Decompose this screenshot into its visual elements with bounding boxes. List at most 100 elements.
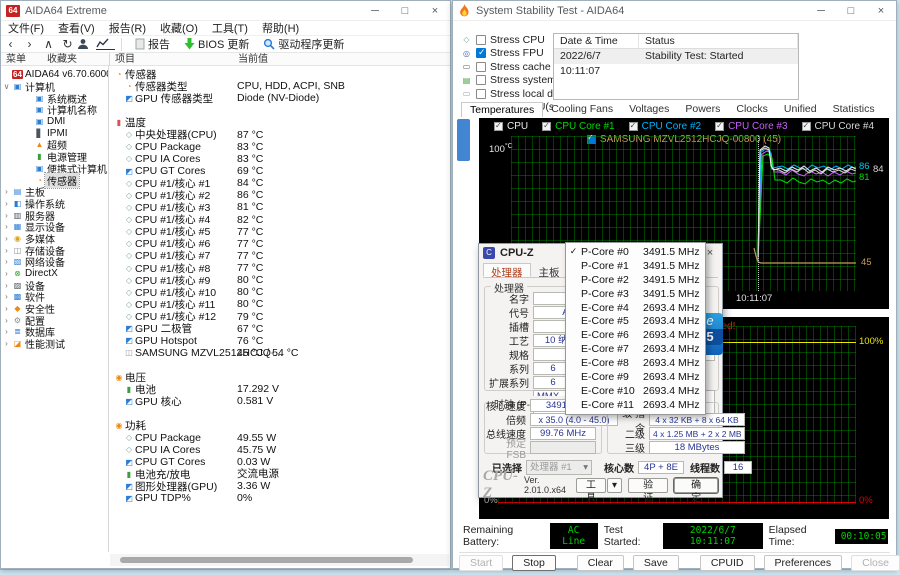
- sensor-row[interactable]: ◩ GPU 核心 0.581 V: [110, 395, 449, 407]
- graph-tab[interactable]: Statistics: [825, 102, 883, 117]
- sensor-row[interactable]: [110, 408, 449, 420]
- graph-tab[interactable]: Powers: [677, 102, 728, 117]
- graph-tab[interactable]: Temperatures: [461, 102, 543, 117]
- sensor-row[interactable]: ◉ 电压: [110, 371, 449, 383]
- core-menu-item[interactable]: E-Core #8 2693.4 MHz: [566, 356, 705, 370]
- bios-update-button[interactable]: BIOS 更新: [177, 36, 256, 53]
- sensor-row[interactable]: ◉ 功耗: [110, 420, 449, 432]
- menu-item[interactable]: 查看(V): [51, 20, 102, 36]
- menu-item[interactable]: 报告(R): [102, 20, 153, 36]
- driver-update-button[interactable]: 驱动程序更新: [256, 36, 351, 53]
- tree-expander-icon[interactable]: ›: [1, 292, 12, 301]
- core-menu-item[interactable]: E-Core #6 2693.4 MHz: [566, 328, 705, 342]
- graph-tab[interactable]: Cooling Fans: [543, 102, 621, 117]
- menu-item[interactable]: 工具(T): [205, 20, 255, 36]
- tree-expander-icon[interactable]: ›: [1, 257, 12, 266]
- scrollbar-thumb[interactable]: [120, 557, 413, 563]
- horizontal-scrollbar[interactable]: [110, 554, 449, 566]
- sensor-row[interactable]: ◇ 中央处理器(CPU) 87 °C: [110, 129, 449, 141]
- core-menu-item[interactable]: E-Core #11 2693.4 MHz: [566, 398, 705, 412]
- menu-item[interactable]: 帮助(H): [255, 20, 306, 36]
- legend-checkbox[interactable]: [715, 122, 724, 131]
- close-button[interactable]: Close: [851, 555, 900, 571]
- up-icon[interactable]: ∧: [39, 37, 58, 51]
- tools-button[interactable]: 工具: [576, 478, 606, 493]
- minimize-icon[interactable]: ─: [806, 1, 836, 21]
- menu-item[interactable]: 收藏(O): [153, 20, 205, 36]
- sensor-row[interactable]: ◇ CPU Package 83 °C: [110, 141, 449, 153]
- tree-expander-icon[interactable]: ›: [1, 269, 12, 278]
- sensor-row[interactable]: ◫ SAMSUNG MZVL2512HCJQ-... 45 °C / 54 °C: [110, 347, 449, 359]
- tree-expander-icon[interactable]: ›: [1, 327, 12, 336]
- vertical-scrollbar-thumb[interactable]: [457, 119, 470, 161]
- minimize-icon[interactable]: ─: [360, 1, 390, 21]
- refresh-icon[interactable]: ↻: [58, 37, 77, 51]
- core-menu-item[interactable]: P-Core #2 3491.5 MHz: [566, 273, 705, 287]
- preferences-button[interactable]: Preferences: [764, 555, 843, 571]
- tree-expander-icon[interactable]: ›: [1, 316, 12, 325]
- core-menu-item[interactable]: ✓ P-Core #0 3491.5 MHz: [566, 245, 705, 259]
- legend-checkbox[interactable]: [629, 122, 638, 131]
- stop-button[interactable]: Stop: [512, 555, 556, 571]
- tree-item[interactable]: › ⊗ DirectX: [1, 268, 108, 280]
- tree-item[interactable]: › ▧ 网络设备: [1, 256, 108, 268]
- log-col-status[interactable]: Status: [639, 34, 798, 48]
- menu-item[interactable]: 文件(F): [1, 20, 51, 36]
- validate-button[interactable]: 验证: [628, 478, 668, 493]
- legend-checkbox[interactable]: [494, 122, 503, 131]
- back-icon[interactable]: ‹: [1, 37, 20, 51]
- tab-favorites[interactable]: 收藏夹: [47, 53, 77, 66]
- tree-expander-icon[interactable]: ›: [1, 281, 12, 290]
- stress-checkbox[interactable]: [476, 62, 486, 72]
- user-icon[interactable]: [77, 38, 96, 50]
- sensor-row[interactable]: ◩ GPU TDP% 0%: [110, 492, 449, 504]
- core-menu-item[interactable]: E-Core #9 2693.4 MHz: [566, 370, 705, 384]
- tree-expander-icon[interactable]: ›: [1, 304, 12, 313]
- sensor-row[interactable]: ◇ CPU IA Cores 83 °C: [110, 153, 449, 165]
- log-row[interactable]: 2022/6/7 10:11:07 Stability Test: Starte…: [554, 49, 798, 64]
- core-menu-item[interactable]: E-Core #5 2693.4 MHz: [566, 314, 705, 328]
- report-button[interactable]: 报告: [128, 36, 177, 53]
- core-menu-item[interactable]: E-Core #7 2693.4 MHz: [566, 342, 705, 356]
- stability-titlebar[interactable]: System Stability Test - AIDA64 ─ □ ×: [453, 1, 896, 21]
- cpuid-button[interactable]: CPUID: [700, 555, 755, 571]
- tools-dropdown-icon[interactable]: ▾: [607, 478, 622, 493]
- maximize-icon[interactable]: □: [836, 1, 866, 21]
- core-menu-item[interactable]: P-Core #3 3491.5 MHz: [566, 287, 705, 301]
- tree-item[interactable]: ◔ 传感器: [1, 174, 108, 186]
- stress-checkbox[interactable]: [476, 89, 486, 99]
- maximize-icon[interactable]: □: [390, 1, 420, 21]
- clear-button[interactable]: Clear: [577, 555, 624, 571]
- tree-expander-icon[interactable]: ›: [1, 339, 12, 348]
- core-menu-item[interactable]: E-Core #4 2693.4 MHz: [566, 301, 705, 315]
- tree-item[interactable]: ▣ DMI: [1, 116, 108, 128]
- graph-tab[interactable]: Voltages: [621, 102, 677, 117]
- sensor-row[interactable]: [110, 359, 449, 371]
- graph-tab[interactable]: Unified: [776, 102, 825, 117]
- tree-expander-icon[interactable]: ›: [1, 211, 12, 220]
- tree-expander-icon[interactable]: ›: [1, 234, 12, 243]
- column-value[interactable]: 当前值: [238, 53, 268, 66]
- sensor-row[interactable]: ◇ CPU IA Cores 45.75 W: [110, 444, 449, 456]
- close-icon[interactable]: ×: [866, 1, 896, 21]
- tree-expander-icon[interactable]: ∨: [1, 82, 12, 91]
- sensor-row[interactable]: ◇ CPU Package 49.55 W: [110, 432, 449, 444]
- log-col-datetime[interactable]: Date & Time: [554, 34, 639, 48]
- forward-icon[interactable]: ›: [20, 37, 39, 51]
- legend-checkbox[interactable]: [542, 122, 551, 131]
- sensor-row[interactable]: ◩ 图形处理器(GPU) 3.36 W: [110, 480, 449, 492]
- sensor-row[interactable]: ◩ GPU 传感器类型 Diode (NV-Diode): [110, 92, 449, 104]
- core-menu-item[interactable]: E-Core #10 2693.4 MHz: [566, 384, 705, 398]
- sensor-row[interactable]: ◩ GPU 二极管 67 °C: [110, 323, 449, 335]
- cpuz-tab[interactable]: 主板: [531, 263, 568, 277]
- sensor-row[interactable]: ◩ GPU Hotspot 76 °C: [110, 335, 449, 347]
- cpuz-tab[interactable]: 处理器: [483, 263, 531, 277]
- processor-select[interactable]: 处理器 #1 ▾: [526, 460, 592, 475]
- sensor-graph-icon[interactable]: [96, 38, 115, 50]
- core-menu-item[interactable]: P-Core #1 3491.5 MHz: [566, 259, 705, 273]
- ok-button[interactable]: 确定: [674, 478, 718, 493]
- tree-expander-icon[interactable]: ›: [1, 187, 12, 196]
- tab-menu[interactable]: 菜单: [6, 53, 26, 66]
- legend-checkbox[interactable]: [802, 122, 811, 131]
- tree-expander-icon[interactable]: ›: [1, 222, 12, 231]
